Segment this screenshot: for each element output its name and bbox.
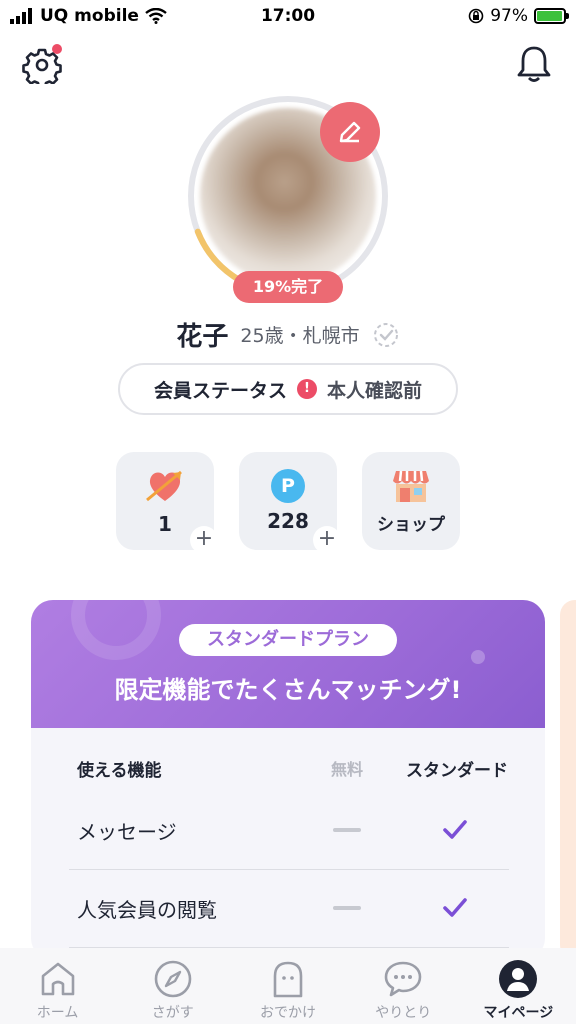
point-icon: P <box>271 469 305 503</box>
checkmark-icon <box>443 898 467 917</box>
column-feature: 使える機能 <box>77 761 162 781</box>
user-name: 花子 <box>176 322 229 352</box>
heart-arrow-icon <box>146 470 182 502</box>
not-included-dash-icon <box>333 906 361 910</box>
points-count: 228 <box>267 509 309 533</box>
feature-name: 人気会員の閲覧 <box>77 898 217 922</box>
verification-badge-icon[interactable] <box>372 321 400 349</box>
shop-label: ショップ <box>377 514 445 535</box>
column-standard: スタンダード <box>406 761 508 781</box>
comparison-row: 人気会員の閲覧 <box>69 870 509 948</box>
tab-home[interactable]: ホーム <box>0 948 115 1024</box>
tab-label: やりとり <box>375 1005 432 1021</box>
edit-profile-button[interactable] <box>320 102 380 162</box>
warning-icon: ! <box>297 379 317 399</box>
status-bar: UQ mobile 17:00 97% <box>0 0 576 34</box>
battery-icon <box>534 8 569 24</box>
user-age-city: 25歳・札幌市 <box>240 325 360 347</box>
notification-dot <box>52 44 62 54</box>
standard-plan-card[interactable]: スタンダードプラン 限定機能でたくさんマッチング! 使える機能 無料 スタンダー… <box>31 600 545 960</box>
points-tile[interactable]: P 228 + <box>239 452 341 554</box>
settings-button[interactable] <box>22 44 62 89</box>
tab-outing[interactable]: おでかけ <box>230 948 345 1024</box>
bell-icon <box>517 46 551 82</box>
bottom-tab-bar: ホーム さがす おでかけ やりとり マイページ <box>0 948 576 1024</box>
plan-badge: スタンダードプラン <box>179 624 397 656</box>
checkmark-icon <box>443 820 467 839</box>
decoration-ring <box>71 600 161 660</box>
battery-percent: 97% <box>490 6 528 26</box>
member-status-value: 本人確認前 <box>327 379 423 402</box>
profile-name-row: 花子 25歳・札幌市 <box>0 316 576 353</box>
ghost-icon <box>273 961 303 998</box>
tab-label: さがす <box>151 1005 194 1021</box>
plan-title: 限定機能でたくさんマッチング! <box>114 676 462 704</box>
home-icon <box>41 962 74 996</box>
user-icon <box>499 960 538 998</box>
add-points-button[interactable]: + <box>313 526 341 554</box>
notification-button[interactable] <box>514 44 554 84</box>
next-plan-card-peek[interactable] <box>560 600 576 960</box>
pencil-icon <box>339 121 361 143</box>
plan-header: スタンダードプラン 限定機能でたくさんマッチング! <box>31 600 545 728</box>
tab-label: おでかけ <box>260 1005 316 1021</box>
shop-icon <box>393 470 429 502</box>
add-likes-button[interactable]: + <box>190 526 218 554</box>
member-status-label: 会員ステータス <box>153 379 287 402</box>
compass-icon <box>154 960 192 998</box>
tab-messages[interactable]: やりとり <box>346 948 461 1024</box>
chat-bubble-icon <box>384 961 422 997</box>
likes-count: 1 <box>158 512 172 536</box>
tab-label: ホーム <box>36 1005 79 1021</box>
comparison-header: 使える機能 無料 スタンダード <box>31 756 545 786</box>
orientation-lock-icon <box>468 8 484 24</box>
tab-label: マイページ <box>483 1005 554 1021</box>
profile-completion-badge: 19%完了 <box>233 271 343 303</box>
tab-search[interactable]: さがす <box>115 948 230 1024</box>
comparison-row: メッセージ <box>69 792 509 870</box>
tab-mypage[interactable]: マイページ <box>461 948 576 1024</box>
decoration-dot <box>471 650 485 664</box>
feature-name: メッセージ <box>77 820 177 844</box>
member-status-button[interactable]: 会員ステータス ! 本人確認前 <box>118 363 458 415</box>
shop-tile[interactable]: ショップ <box>362 452 460 550</box>
likes-tile[interactable]: 1 + <box>116 452 218 554</box>
not-included-dash-icon <box>333 828 361 832</box>
status-right: 97% <box>468 6 569 26</box>
column-free: 無料 <box>330 760 363 779</box>
